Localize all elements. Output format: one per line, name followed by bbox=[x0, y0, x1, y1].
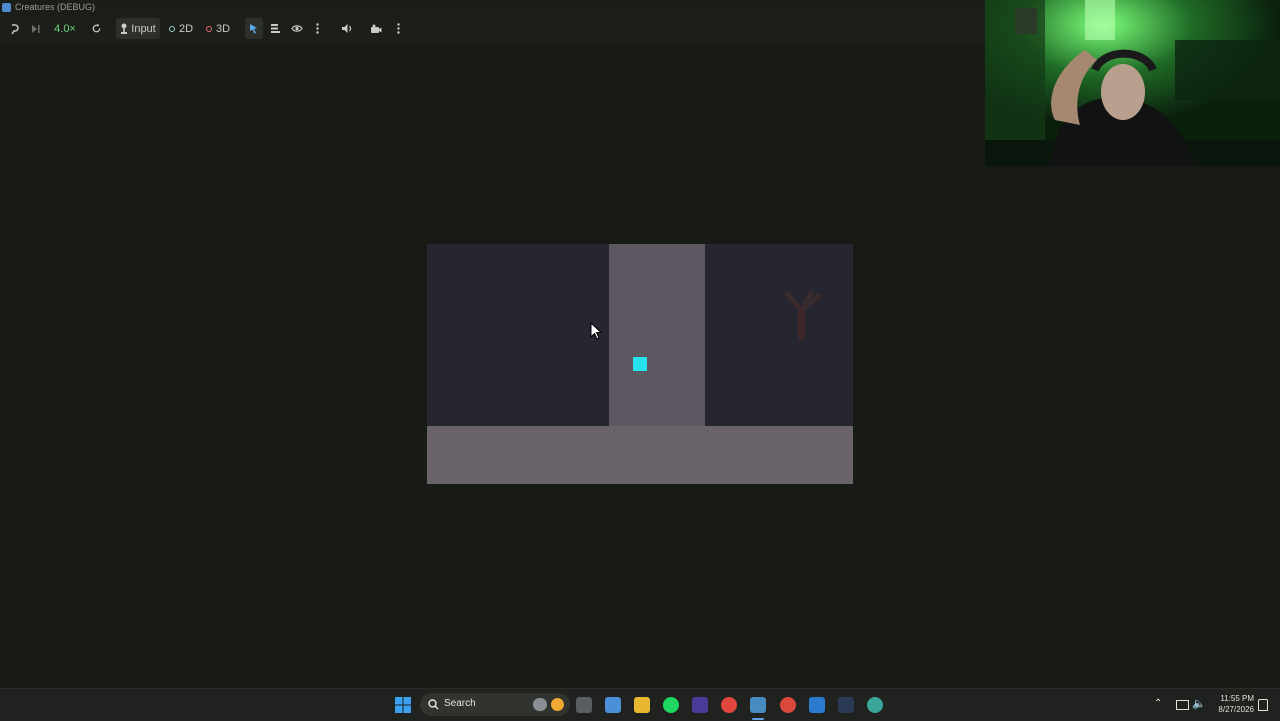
game-canvas[interactable] bbox=[427, 244, 853, 484]
steam-icon[interactable] bbox=[838, 697, 854, 713]
suspend-icon[interactable] bbox=[6, 18, 24, 39]
chrome-icon[interactable] bbox=[721, 697, 737, 713]
copilot-icon bbox=[533, 698, 547, 711]
notification-bell-icon[interactable] bbox=[1258, 699, 1268, 711]
next-frame-icon[interactable] bbox=[27, 18, 45, 39]
mouse-cursor-icon bbox=[590, 322, 602, 340]
joystick-icon bbox=[120, 23, 128, 34]
webcam-overlay bbox=[985, 0, 1280, 166]
ground-floor bbox=[427, 426, 853, 484]
task-view-icon[interactable] bbox=[576, 697, 592, 713]
browser-icon[interactable] bbox=[867, 697, 883, 713]
input-button[interactable]: Input bbox=[116, 18, 160, 39]
app-icon bbox=[2, 3, 11, 12]
taskbar-search[interactable]: Search bbox=[420, 693, 570, 716]
vscode-icon[interactable] bbox=[809, 697, 825, 713]
chevron-up-icon[interactable]: ⌃ bbox=[1154, 698, 1162, 709]
list-select-icon[interactable] bbox=[266, 18, 284, 39]
input-label: Input bbox=[131, 22, 156, 35]
stone-pillar bbox=[609, 244, 705, 426]
notepad-icon[interactable] bbox=[605, 697, 621, 713]
godot-icon[interactable] bbox=[750, 697, 766, 713]
file-explorer-icon[interactable] bbox=[634, 697, 650, 713]
eye-icon[interactable] bbox=[288, 18, 306, 39]
system-clock[interactable]: 11:55 PM 8/27/2026 bbox=[1210, 693, 1254, 715]
chrome-alt-icon[interactable] bbox=[780, 697, 796, 713]
mode-3d-label: 3D bbox=[215, 22, 231, 35]
circle-icon bbox=[205, 25, 212, 32]
mode-3d-button[interactable]: 3D bbox=[203, 18, 233, 39]
mode-2d-button[interactable]: 2D bbox=[166, 18, 196, 39]
speaker-icon[interactable] bbox=[338, 18, 356, 39]
window-title: Creatures (DEBUG) bbox=[15, 2, 96, 12]
player-square bbox=[633, 357, 647, 371]
monitor-icon[interactable] bbox=[1176, 700, 1189, 710]
speed-indicator[interactable]: 4.0× bbox=[50, 18, 80, 39]
badge-icon bbox=[551, 698, 564, 711]
spotify-icon[interactable] bbox=[663, 697, 679, 713]
volume-icon[interactable]: 🔈 bbox=[1192, 697, 1206, 710]
reset-speed-icon[interactable] bbox=[87, 18, 105, 39]
dead-tree-sprite bbox=[784, 291, 822, 340]
camera-override-icon[interactable] bbox=[367, 18, 385, 39]
clock-time: 11:55 PM bbox=[1220, 694, 1254, 703]
windows-taskbar: Search ⌃ 🔈 11:55 PM 8/27/2026 bbox=[0, 688, 1280, 721]
search-icon bbox=[428, 699, 439, 710]
hudfx-icon[interactable] bbox=[692, 697, 708, 713]
mode-2d-label: 2D bbox=[178, 22, 194, 35]
search-label: Search bbox=[444, 698, 476, 709]
windows-start-icon[interactable] bbox=[395, 697, 411, 713]
circle-icon bbox=[168, 25, 175, 32]
clock-date: 8/27/2026 bbox=[1218, 705, 1254, 714]
streamer-webcam-image bbox=[985, 0, 1280, 166]
select-cursor-icon[interactable] bbox=[245, 18, 263, 39]
more-options-icon[interactable] bbox=[310, 18, 324, 39]
more-options-icon[interactable] bbox=[391, 18, 405, 39]
